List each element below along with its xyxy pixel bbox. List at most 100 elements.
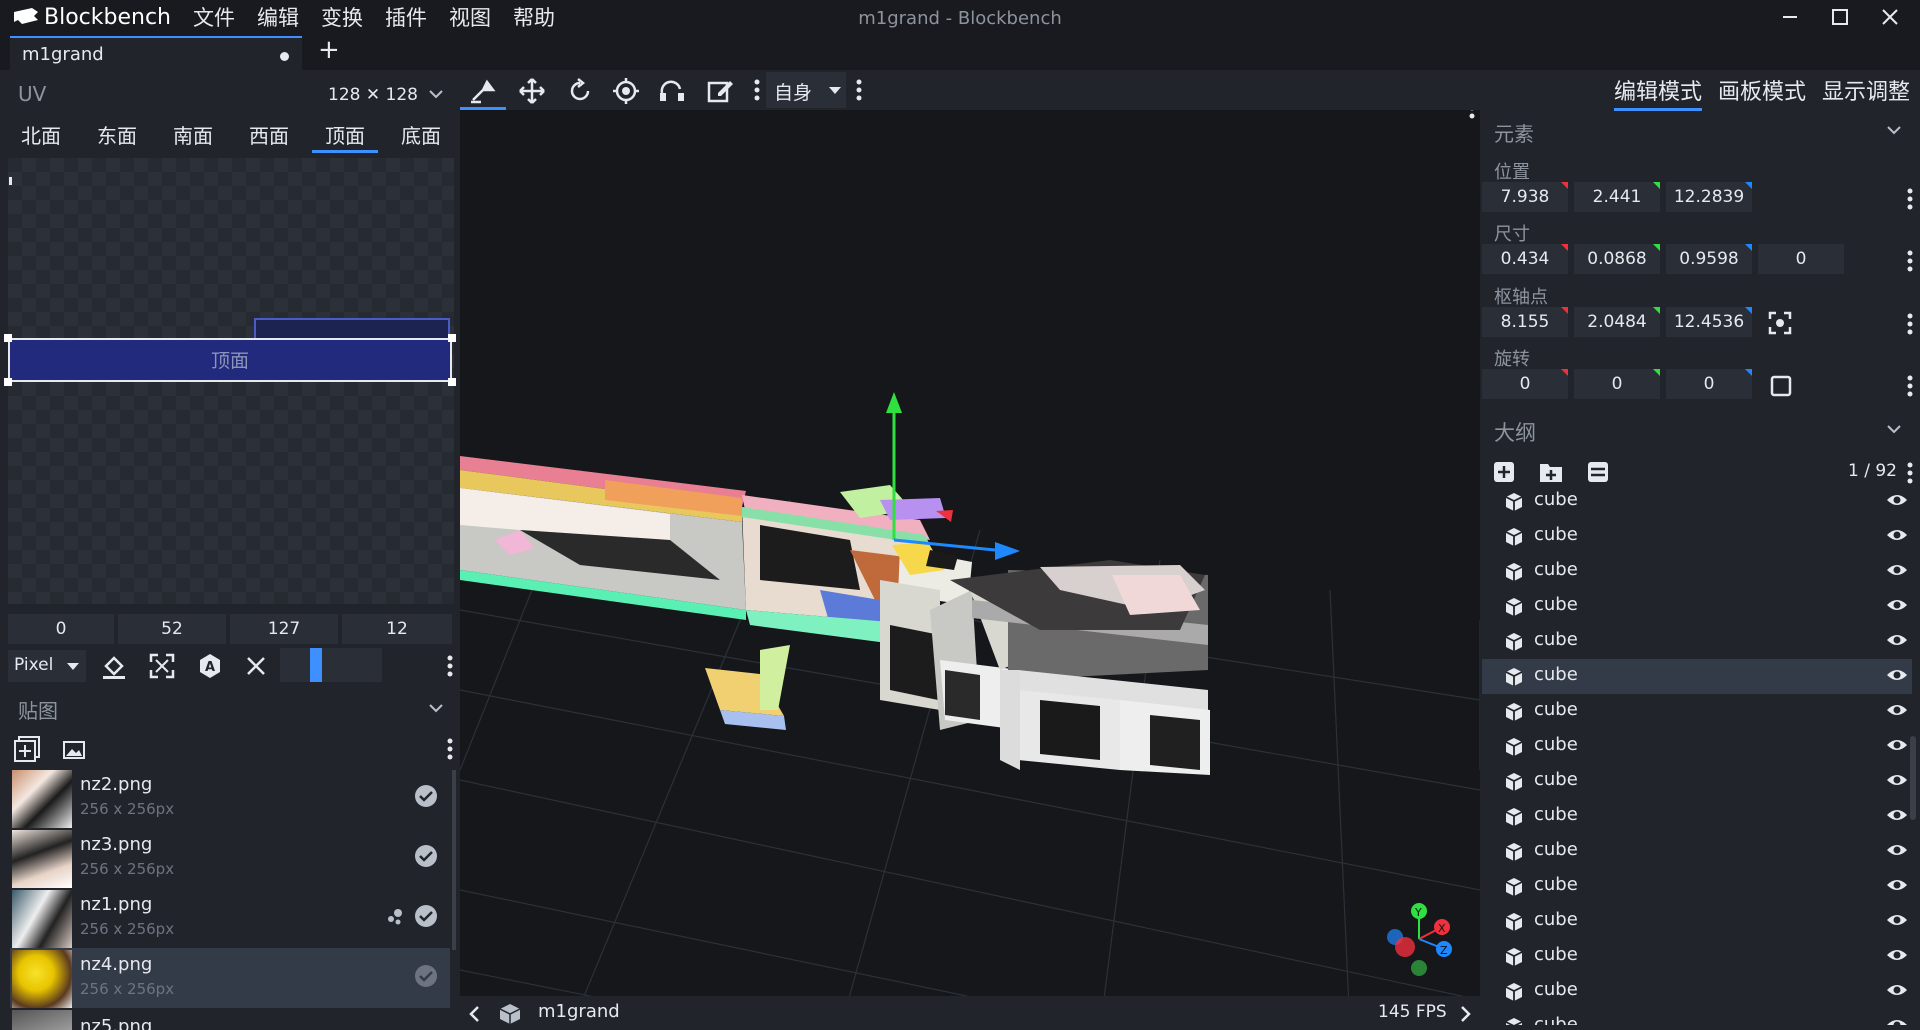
texture-item[interactable]: nz3.png 256 x 256px [10,828,450,888]
check-circle-icon[interactable] [414,784,438,808]
uv-resize-handle[interactable] [4,334,12,342]
eye-icon[interactable] [1886,492,1908,508]
outliner-item[interactable]: cube [1482,869,1912,904]
resize-tool-icon[interactable] [518,77,546,105]
more-options-icon[interactable] [1906,188,1914,210]
clear-uv-icon[interactable] [244,654,268,678]
outliner-item[interactable]: cube [1482,939,1912,974]
uv-value-x[interactable]: 0 [8,614,114,644]
nav-neg-x[interactable] [1395,937,1415,957]
center-pivot-icon[interactable] [1768,311,1792,335]
checkbox-icon[interactable] [1770,375,1792,397]
eye-icon[interactable] [1886,772,1908,788]
rotation-x-field[interactable]: 0 [1482,369,1568,399]
outliner-item[interactable]: cube [1482,694,1912,729]
minimize-button[interactable] [1765,0,1815,34]
texture-item[interactable]: nz1.png 256 x 256px [10,888,450,948]
eye-icon[interactable] [1886,982,1908,998]
check-circle-icon[interactable] [414,904,438,928]
menu-plugins[interactable]: 插件 [385,2,427,32]
outliner-item[interactable]: cube [1482,904,1912,939]
outliner-item[interactable]: cube [1482,974,1912,1009]
tab-face-north[interactable]: 北面 [8,120,74,152]
collapse-all-icon[interactable] [1586,460,1610,484]
outliner-item[interactable]: cube [1482,484,1912,519]
position-z-field[interactable]: 12.2839 [1666,182,1752,212]
menu-transform[interactable]: 变换 [321,2,363,32]
chevron-down-icon[interactable] [1886,124,1902,136]
uv-value-y[interactable]: 52 [118,614,226,644]
tab-face-up[interactable]: 顶面 [312,120,378,153]
menu-view[interactable]: 视图 [449,2,491,32]
close-button[interactable] [1865,0,1915,34]
edit-tool-icon[interactable] [706,77,734,105]
eye-icon[interactable] [1886,737,1908,753]
vertex-snap-icon[interactable] [658,77,688,105]
size-x-field[interactable]: 0.434 [1482,244,1568,274]
uv-face-selection[interactable]: 顶面 [8,338,452,382]
pivot-y-field[interactable]: 2.0484 [1574,307,1660,337]
uv-value-height[interactable]: 12 [342,614,452,644]
outliner-item[interactable]: cube [1482,729,1912,764]
texture-list-scrollbar[interactable] [452,770,456,950]
more-options-icon[interactable] [753,78,761,102]
more-options-icon[interactable] [446,737,454,761]
eye-icon[interactable] [1886,947,1908,963]
mode-tab-display[interactable]: 显示调整 [1822,74,1910,106]
nav-neg-y[interactable] [1411,960,1427,976]
more-options-icon[interactable] [1906,375,1914,397]
eye-icon[interactable] [1886,632,1908,648]
check-circle-icon[interactable] [414,964,438,988]
chevron-left-icon[interactable] [468,1005,482,1023]
rotation-y-field[interactable]: 0 [1574,369,1660,399]
auto-uv-icon[interactable]: A [196,652,224,680]
slider-handle[interactable] [310,648,322,682]
uv-resize-handle[interactable] [4,378,12,386]
mode-tab-edit[interactable]: 编辑模式 [1614,74,1703,111]
outliner-item[interactable]: cube [1482,519,1912,554]
more-options-icon[interactable] [855,78,863,102]
eye-icon[interactable] [1886,597,1908,613]
size-y-field[interactable]: 0.0868 [1574,244,1660,274]
more-options-icon[interactable] [1906,313,1914,335]
tab-face-east[interactable]: 东面 [84,120,150,152]
mode-tab-paint[interactable]: 画板模式 [1718,74,1806,106]
outliner-item-selected[interactable]: cube [1482,659,1912,694]
texture-item[interactable]: nz2.png 256 x 256px [10,768,450,828]
gizmo-y-arrow[interactable] [886,392,902,413]
maximize-button[interactable] [1815,0,1865,34]
uv-resize-handle[interactable] [448,378,456,386]
eye-icon[interactable] [1886,807,1908,823]
space-mode-select[interactable]: 自身 [766,72,846,108]
new-tab-button[interactable]: + [318,35,340,65]
add-cube-icon[interactable] [1492,460,1516,484]
menu-file[interactable]: 文件 [193,2,235,32]
outliner-item[interactable]: cube [1482,624,1912,659]
eye-icon[interactable] [1886,842,1908,858]
gizmo-z-arrow[interactable] [995,542,1020,560]
brand[interactable]: Blockbench [12,5,171,30]
eye-icon[interactable] [1886,877,1908,893]
chevron-down-icon[interactable] [1886,423,1902,435]
chevron-right-icon[interactable] [1458,1005,1472,1023]
3d-viewport[interactable]: Y X Z [460,70,1480,1030]
more-options-icon[interactable] [1906,250,1914,272]
more-options-icon[interactable] [446,654,454,678]
position-x-field[interactable]: 7.938 [1482,182,1568,212]
rotate-tool-icon[interactable] [566,77,594,105]
inflate-field[interactable]: 0 [1758,244,1844,274]
import-texture-icon[interactable] [62,738,86,760]
position-y-field[interactable]: 2.441 [1574,182,1660,212]
tool-move-active[interactable] [460,70,506,110]
outliner-item[interactable]: cube [1482,1009,1912,1025]
pivot-x-field[interactable]: 8.155 [1482,307,1568,337]
eye-icon[interactable] [1886,667,1908,683]
size-z-field[interactable]: 0.9598 [1666,244,1752,274]
pivot-z-field[interactable]: 12.4536 [1666,307,1752,337]
particle-icon[interactable] [386,906,406,926]
maximize-uv-icon[interactable] [148,652,176,680]
rotation-z-field[interactable]: 0 [1666,369,1752,399]
outliner-item[interactable]: cube [1482,834,1912,869]
eye-icon[interactable] [1886,702,1908,718]
texture-item[interactable]: nz5.png [10,1008,450,1030]
